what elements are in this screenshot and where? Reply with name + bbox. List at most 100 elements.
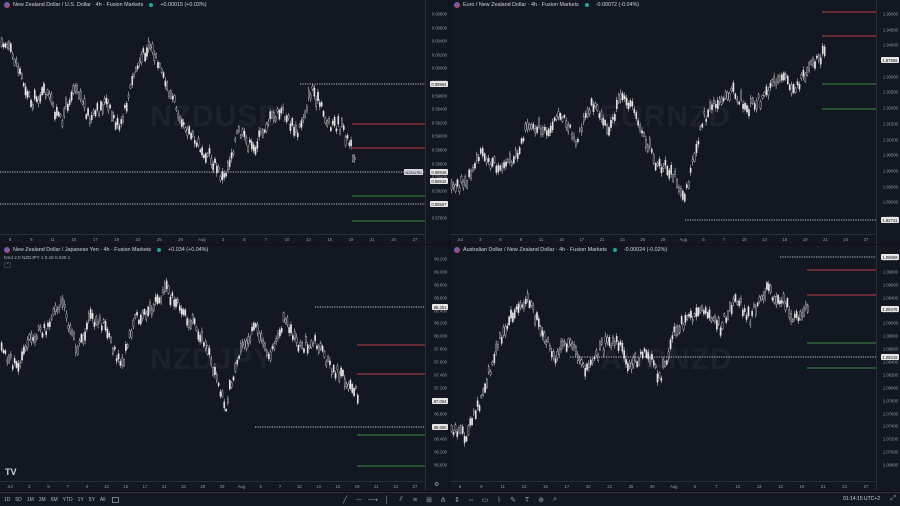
candle-body: [39, 327, 42, 330]
range-button-5y[interactable]: 5Y: [89, 497, 95, 503]
price-level-badge[interactable]: 86.660: [432, 424, 448, 430]
price-tick-label: 1.90500: [882, 152, 898, 158]
candle-body: [577, 139, 579, 142]
gear-icon[interactable]: ⚙: [434, 481, 439, 488]
range-button-3m[interactable]: 3M: [39, 497, 46, 503]
horizontal-ray-icon[interactable]: ⟶: [368, 495, 378, 505]
time-axis-audnzd[interactable]: 6 9 11 13 15 17 20 22 25 29 Aug 5 7 10 13 15 19 21 24 27: [450, 481, 876, 491]
price-level-badge[interactable]: 87.064: [432, 398, 448, 404]
range-button-1y[interactable]: 1Y: [78, 497, 84, 503]
price-level-badge[interactable]: 0.58946: [429, 169, 448, 175]
candle-body: [474, 163, 476, 169]
candle-body: [256, 324, 259, 334]
price-tick-label: 87.200: [434, 385, 447, 391]
candle-body: [335, 128, 338, 132]
symbol-price-tag[interactable]: NZDUSD: [404, 169, 423, 175]
parallel-channel-icon[interactable]: ⫽: [396, 495, 406, 505]
candle-body: [765, 86, 768, 95]
candle-body: [221, 171, 224, 180]
measure-icon[interactable]: ⊕: [536, 495, 546, 505]
candle-body: [210, 158, 213, 165]
pitchfork-icon[interactable]: ⋔: [438, 495, 448, 505]
price-level-badge[interactable]: 0.58557: [429, 201, 448, 207]
candle-body: [285, 115, 288, 123]
symbol-description[interactable]: Australian Dollar / New Zealand Dollar ·…: [463, 247, 607, 253]
price-range-icon[interactable]: ⇕: [452, 495, 462, 505]
candle-body: [790, 313, 792, 322]
price-level-badge[interactable]: 1.09219: [880, 354, 899, 360]
chart-pane-eurnzd[interactable]: EURNZD Euro / New Zealand Dollar · 4h · …: [450, 0, 900, 244]
chart-pane-audnzd[interactable]: AUDNZD Australian Dollar / New Zealand D…: [450, 245, 900, 491]
zoom-icon[interactable]: ⌕: [550, 495, 560, 505]
candle-body: [532, 123, 535, 129]
time-tick-label: 27: [863, 237, 869, 242]
price-tick-label: 0.58800: [431, 147, 447, 153]
price-axis-audnzd[interactable]: 1.100001.098001.096001.094001.092001.090…: [876, 245, 900, 491]
candle-body: [487, 366, 490, 373]
symbol-description[interactable]: Euro / New Zealand Dollar · 4h · Fusion …: [463, 2, 579, 8]
collapse-legend-button[interactable]: ⌃: [4, 262, 11, 268]
price-level-badge[interactable]: 0.58842: [429, 178, 448, 184]
candle-body: [689, 167, 692, 173]
price-axis-nzdusd[interactable]: 0.608000.606000.604000.602000.600000.598…: [425, 0, 449, 244]
brush-icon[interactable]: ✎: [508, 495, 518, 505]
candle-body: [325, 360, 328, 367]
date-range-icon[interactable]: ⇔: [466, 495, 476, 505]
price-axis-eurnzd[interactable]: 1.950001.945001.940001.935001.930001.925…: [876, 0, 900, 244]
range-button-all[interactable]: All: [100, 497, 106, 503]
price-level-badge[interactable]: 1.87955: [880, 57, 899, 63]
horizontal-line-icon[interactable]: ─: [354, 495, 364, 505]
candle-body: [115, 358, 118, 362]
chart-pane-nzdjpy[interactable]: NZDJPY New Zealand Dollar / Japanese Yen…: [0, 245, 449, 491]
candle-body: [193, 318, 196, 325]
candle-body: [61, 120, 64, 127]
price-level-badge[interactable]: 88.351: [432, 304, 448, 310]
candle-body: [165, 280, 168, 289]
price-axis-nzdjpy[interactable]: 89.200 89.000 88.800 88.600 88.400 88.200 88.0…: [425, 245, 449, 491]
vertical-line-icon[interactable]: │: [382, 495, 392, 505]
time-axis-eurnzd[interactable]: Jul 3 6 9 11 15 17 21 23 25 29 Aug 5 7 10 13 15 19 21 24 27: [450, 234, 876, 244]
path-icon[interactable]: ⌇: [494, 495, 504, 505]
range-button-1d[interactable]: 1D: [4, 497, 10, 503]
range-button-6m[interactable]: 6M: [51, 497, 58, 503]
range-button-5d[interactable]: 5D: [15, 497, 21, 503]
price-tick-label: 88.200: [434, 320, 447, 326]
candle-body: [676, 178, 678, 188]
trend-line-icon[interactable]: ╱: [340, 495, 350, 505]
candle-body: [818, 55, 820, 62]
range-button-ytd[interactable]: YTD: [63, 497, 73, 503]
candle-body: [160, 68, 163, 73]
price-level-badge[interactable]: 1.82741: [880, 217, 899, 223]
time-tick-label: 15: [782, 237, 788, 242]
gann-icon[interactable]: ⊞: [424, 495, 434, 505]
price-level-badge[interactable]: 1.09869: [880, 254, 899, 260]
clock[interactable]: 01:14:15 UTC+2: [843, 496, 880, 502]
tradingview-logo[interactable]: TV: [5, 467, 17, 477]
price-tick-label: 0.60400: [431, 38, 447, 44]
candle-body: [567, 338, 570, 347]
symbol-description[interactable]: New Zealand Dollar / U.S. Dollar · 4h · …: [13, 2, 143, 8]
candle-body: [671, 335, 674, 340]
chart-pane-nzdusd[interactable]: NZDUSD New Zealand Dollar / U.S. Dollar …: [0, 0, 449, 244]
candle-body: [697, 140, 700, 145]
candle-body: [199, 149, 202, 153]
drawing-tools: ╱ ─ ⟶ │ ⫽ ≡ ⊞ ⋔ ⇕ ⇔ ▭ ⌇ ✎ T ⊕ ⌕: [340, 495, 560, 505]
candle-body: [295, 337, 298, 344]
fullscreen-icon[interactable]: ⤢: [890, 495, 896, 503]
candle-body: [177, 299, 179, 303]
symbol-description[interactable]: New Zealand Dollar / Japanese Yen · 4h ·…: [13, 247, 151, 253]
calendar-icon[interactable]: [112, 496, 120, 503]
candle-body: [327, 356, 329, 362]
price-tick-label: 0.59400: [431, 106, 447, 112]
price-level-badge[interactable]: 1.09476: [880, 306, 899, 312]
time-axis-nzdusd[interactable]: 8 9 11 15 17 19 23 25 29 Aug 3 5 7 10 13 15 19 21 24 27: [0, 234, 425, 244]
fib-retracement-icon[interactable]: ≡: [410, 495, 420, 505]
candle-body: [788, 309, 791, 318]
range-button-1m[interactable]: 1M: [27, 497, 34, 503]
time-axis-nzdjpy[interactable]: Jul 3 5 7 9 13 15 17 21 23 25 29 Aug 5 7 10 13 15 19 21 24 27: [0, 481, 425, 491]
rectangle-icon[interactable]: ▭: [480, 495, 490, 505]
text-icon[interactable]: T: [522, 495, 532, 505]
indicator-legend[interactable]: hmd 2.0 NZDJPY 1 0.18 0.025 1: [4, 255, 70, 260]
price-level-badge[interactable]: 0.59964: [429, 81, 448, 87]
candle-body: [322, 111, 325, 117]
